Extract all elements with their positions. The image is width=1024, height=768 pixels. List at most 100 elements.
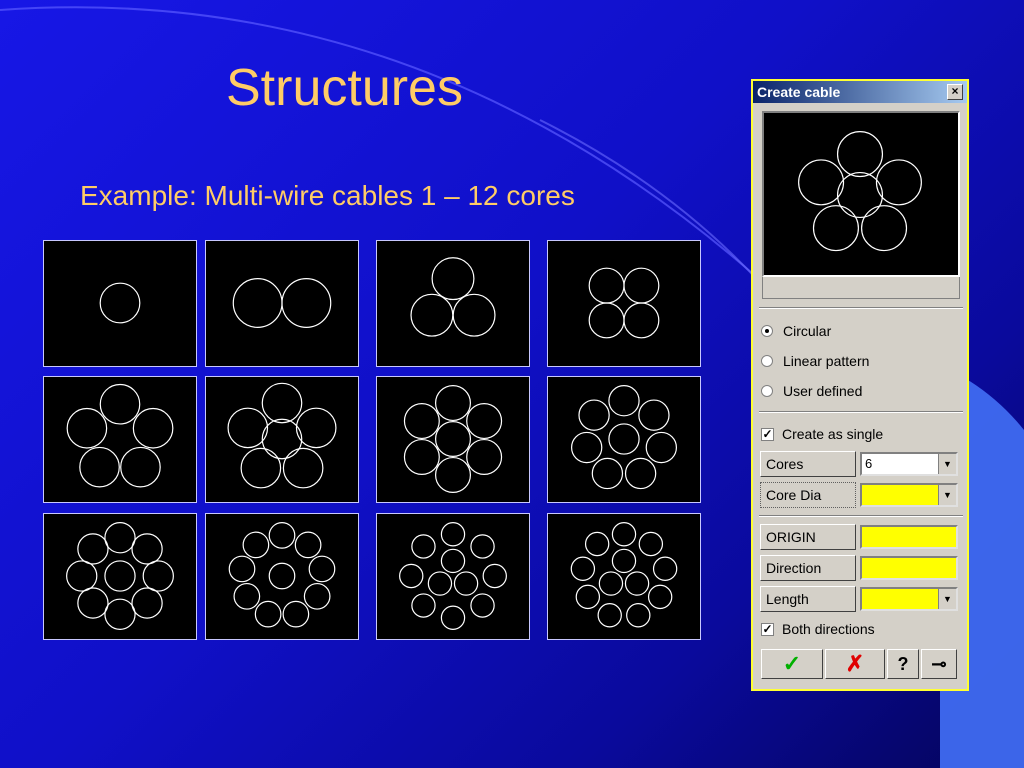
wire-core — [570, 431, 603, 464]
cores-value: 6 — [865, 456, 873, 471]
radio-linear-pattern-label: Linear pattern — [783, 353, 870, 369]
wire-core — [295, 407, 337, 449]
wire-core — [77, 533, 109, 565]
cable-thumbnail-5 — [43, 376, 197, 503]
cable-thumbnail-7 — [376, 376, 530, 503]
wire-core — [410, 293, 454, 337]
wire-core — [411, 593, 436, 618]
wire-core — [268, 522, 296, 549]
wire-core — [434, 456, 471, 493]
wire-core — [403, 403, 440, 440]
cable-thumbnail-12 — [547, 513, 701, 640]
origin-input[interactable] — [860, 525, 958, 549]
wire-core — [131, 587, 163, 619]
wire-core — [79, 446, 120, 488]
length-dropdown[interactable]: ▼ — [860, 587, 958, 611]
radio-user-defined-label: User defined — [783, 383, 863, 399]
wire-core — [142, 560, 174, 592]
cable-thumbnail-1 — [43, 240, 197, 367]
wire-core — [254, 600, 282, 628]
wire-core — [836, 131, 884, 178]
wire-core — [403, 438, 440, 475]
wire-core — [240, 447, 282, 489]
cable-thumbnail-6 — [205, 376, 359, 503]
wire-core — [434, 385, 471, 422]
wire-core — [261, 382, 303, 424]
help-button[interactable]: ? — [887, 649, 919, 679]
radio-user-defined[interactable]: User defined — [761, 381, 862, 401]
wire-core — [440, 522, 466, 547]
radio-button[interactable] — [761, 385, 773, 397]
chevron-down-icon[interactable]: ▼ — [938, 485, 956, 505]
core-dia-dropdown[interactable]: ▼ — [860, 483, 958, 507]
wire-core — [570, 556, 596, 581]
length-button[interactable]: Length — [760, 586, 856, 612]
dialog-titlebar[interactable]: Create cable × — [753, 81, 967, 103]
direction-button[interactable]: Direction — [760, 555, 856, 581]
close-icon[interactable]: × — [947, 84, 963, 100]
radio-circular-label: Circular — [783, 323, 832, 339]
pin-button[interactable]: ⊸ — [921, 649, 957, 679]
cable-thumbnail-4 — [547, 240, 701, 367]
direction-input[interactable] — [860, 556, 958, 580]
cable-cross-section — [227, 382, 337, 489]
wire-core — [812, 205, 859, 252]
wire-core — [836, 171, 884, 219]
wire-core — [303, 582, 331, 610]
wire-core — [611, 548, 637, 574]
wire-core — [132, 407, 174, 449]
cable-cross-section — [232, 278, 332, 328]
wire-core — [578, 399, 610, 431]
wire-core — [294, 531, 322, 559]
wire-core — [624, 571, 650, 596]
wire-core — [623, 302, 660, 339]
wire-core — [66, 407, 108, 449]
wire-core — [431, 257, 475, 301]
radio-button[interactable] — [761, 355, 773, 367]
wire-core — [268, 562, 296, 590]
radio-linear-pattern[interactable]: Linear pattern — [761, 351, 869, 371]
preview-scrollbar[interactable] — [762, 277, 960, 299]
wire-core — [470, 534, 495, 559]
wire-core — [120, 446, 161, 488]
chevron-down-icon[interactable]: ▼ — [938, 589, 956, 609]
wire-core — [611, 522, 637, 547]
wire-core — [77, 587, 109, 619]
slide-title: Structures — [226, 59, 463, 117]
wire-core — [99, 383, 141, 425]
wire-core — [608, 385, 640, 417]
slide-subtitle: Example: Multi-wire cables 1 – 12 cores — [80, 180, 575, 211]
wire-core — [261, 418, 303, 460]
cable-thumbnail-9 — [43, 513, 197, 640]
radio-circular[interactable]: Circular — [761, 321, 831, 341]
wire-core — [228, 555, 256, 583]
cancel-button[interactable]: ✗ — [825, 649, 885, 679]
wire-core — [638, 531, 664, 557]
cores-label: Cores — [760, 451, 856, 477]
wire-core — [308, 555, 336, 583]
wire-core — [104, 598, 136, 630]
cable-thumbnail-3 — [376, 240, 530, 367]
origin-button[interactable]: ORIGIN — [760, 524, 856, 550]
wire-core — [588, 267, 625, 304]
check-icon[interactable]: ✓ — [761, 427, 774, 441]
wire-core — [623, 267, 660, 304]
separator — [759, 411, 963, 413]
cores-dropdown[interactable]: 6 ▼ — [860, 452, 958, 476]
ok-button[interactable]: ✓ — [761, 649, 823, 679]
cross-icon: ✗ — [845, 651, 865, 676]
create-as-single-checkbox[interactable]: ✓ Create as single — [761, 424, 883, 444]
both-directions-checkbox[interactable]: ✓ Both directions — [761, 619, 875, 639]
wire-core — [434, 420, 471, 457]
wire-core — [638, 399, 670, 431]
wire-core — [584, 531, 610, 557]
wire-core — [575, 584, 601, 610]
chevron-down-icon[interactable]: ▼ — [938, 454, 956, 474]
wire-core — [282, 447, 324, 489]
cable-cross-section — [588, 267, 660, 339]
checkmark-icon: ✓ — [782, 651, 802, 676]
wire-core — [282, 600, 310, 628]
check-icon[interactable]: ✓ — [761, 622, 774, 636]
radio-button-selected[interactable] — [761, 325, 773, 337]
create-cable-dialog: Create cable × Circular Linear pattern U… — [751, 79, 969, 691]
